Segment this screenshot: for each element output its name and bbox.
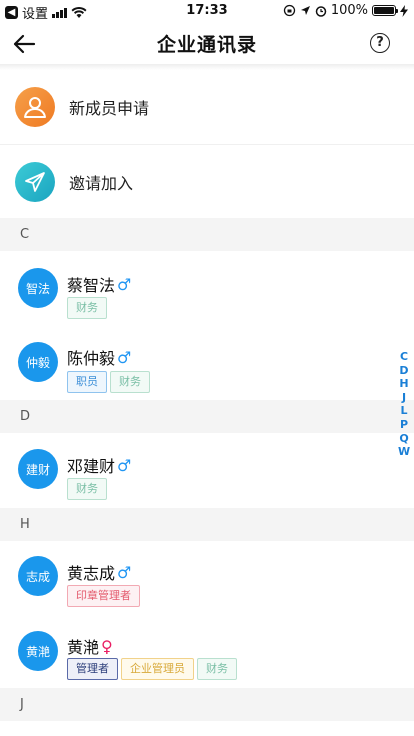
avatar: 黄滟: [18, 631, 58, 671]
location-icon: [300, 6, 310, 15]
contact-name-wrap: 黄志成 ♂: [67, 560, 131, 584]
person-add-icon: [15, 87, 55, 127]
section-letter: C: [20, 227, 30, 242]
battery-percent: 100%: [330, 3, 368, 18]
contact-name: 邓建财: [67, 457, 116, 476]
new-member-request-row[interactable]: 新成员申请: [0, 70, 414, 144]
contact-name: 黄滟: [67, 638, 100, 657]
index-letter[interactable]: J: [402, 391, 406, 405]
index-letter[interactable]: P: [400, 418, 408, 432]
role-tag: 企业管理员: [121, 658, 194, 680]
index-letter[interactable]: Q: [399, 432, 408, 446]
index-letter[interactable]: H: [399, 377, 408, 391]
contact-row[interactable]: 志成 黄志成 ♂ 印章管理者: [0, 541, 414, 615]
contact-name-wrap: 邓建财 ♂: [67, 453, 131, 477]
contact-row[interactable]: 智法 蔡智法 ♂ 财务: [0, 251, 414, 326]
avatar: 志成: [18, 556, 58, 596]
section-letter: J: [20, 697, 24, 712]
role-tag: 印章管理者: [67, 585, 140, 607]
avatar: 智法: [18, 268, 58, 308]
role-tag: 职员: [67, 371, 107, 393]
tag-list: 管理者 企业管理员 财务: [67, 658, 237, 680]
contact-name: 陈仲毅: [67, 349, 116, 368]
paper-plane-icon: [15, 162, 55, 202]
invite-join-row[interactable]: 邀请加入: [0, 145, 414, 219]
invite-join-label: 邀请加入: [69, 174, 134, 193]
male-icon: ♂: [117, 274, 132, 294]
orientation-lock-icon: [283, 4, 295, 17]
section-header-h: H: [0, 508, 414, 541]
contact-row[interactable]: 仲毅 陈仲毅 ♂ 职员 财务: [0, 326, 414, 400]
help-icon[interactable]: ?: [370, 33, 390, 53]
role-tag: 财务: [110, 371, 150, 393]
alarm-icon: [315, 5, 327, 17]
avatar: 建财: [18, 449, 58, 489]
male-icon: ♂: [117, 562, 132, 582]
section-header-j: J: [0, 688, 414, 721]
charging-icon: [400, 4, 408, 17]
tag-list: 财务: [67, 478, 107, 500]
page-title: 企业通讯录: [156, 34, 257, 56]
male-icon: ♂: [117, 347, 132, 367]
role-tag: 管理者: [67, 658, 118, 680]
contact-row[interactable]: 黄滟 黄滟 ♀ 管理者 企业管理员 财务: [0, 615, 414, 688]
contact-name: 蔡智法: [67, 276, 116, 295]
contact-row[interactable]: 建财 邓建财 ♂ 财务: [0, 433, 414, 508]
index-letter[interactable]: W: [398, 445, 410, 459]
tag-list: 印章管理者: [67, 585, 140, 607]
index-letter[interactable]: L: [400, 404, 407, 418]
section-letter: D: [20, 409, 31, 424]
index-letter[interactable]: C: [400, 350, 408, 364]
role-tag: 财务: [67, 478, 107, 500]
female-icon: ♀: [101, 636, 113, 656]
avatar: 仲毅: [18, 342, 58, 382]
section-letter: H: [20, 517, 30, 532]
tag-list: 财务: [67, 297, 107, 319]
contact-name-wrap: 陈仲毅 ♂: [67, 345, 131, 369]
alphabet-index-bar[interactable]: C D H J L P Q W: [398, 350, 410, 459]
contact-name: 黄志成: [67, 564, 116, 583]
new-member-request-label: 新成员申请: [69, 99, 150, 118]
section-header-c: C: [0, 218, 414, 251]
nav-bar: 企业通讯录 ?: [0, 22, 414, 66]
role-tag: 财务: [67, 297, 107, 319]
index-letter[interactable]: D: [399, 364, 408, 378]
list-continuation: [0, 721, 414, 736]
section-header-d: D: [0, 400, 414, 433]
contact-name-wrap: 蔡智法 ♂: [67, 272, 131, 296]
status-bar: ◀ 设置 17:33 100%: [0, 0, 414, 22]
battery-icon: [372, 5, 398, 16]
male-icon: ♂: [117, 455, 132, 475]
contact-name-wrap: 黄滟 ♀: [67, 634, 113, 658]
role-tag: 财务: [197, 658, 237, 680]
tag-list: 职员 财务: [67, 371, 150, 393]
